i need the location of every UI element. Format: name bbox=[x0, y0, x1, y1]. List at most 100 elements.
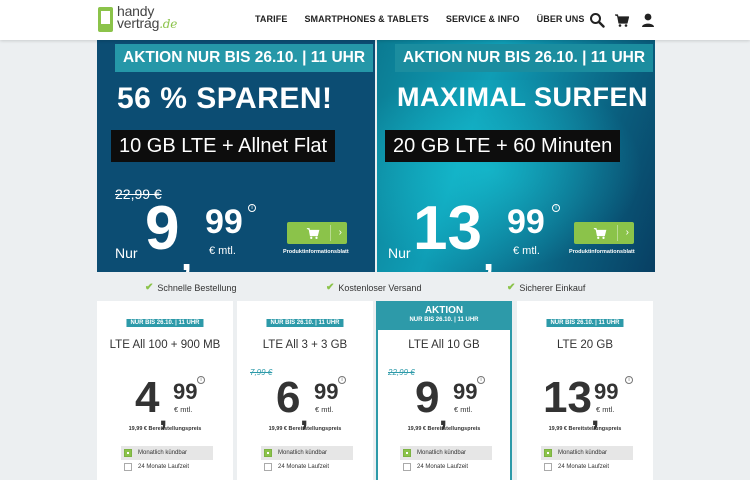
option-monthly-cancellable[interactable]: Monatlich kündbar bbox=[541, 446, 633, 460]
trust-label: Sicherer Einkauf bbox=[519, 282, 586, 293]
info-icon[interactable]: i bbox=[477, 376, 485, 384]
info-icon[interactable]: i bbox=[552, 204, 560, 212]
price-comma: , bbox=[181, 235, 193, 272]
trust-item-fast-order: ✔ Schnelle Bestellung bbox=[145, 282, 236, 293]
checkbox-checked[interactable] bbox=[544, 449, 552, 457]
phone-logo-icon bbox=[98, 7, 113, 32]
cart-icon bbox=[593, 228, 607, 239]
price-comma: , bbox=[483, 235, 495, 272]
setup-fee: 19,99 € Bereitstellungspreis bbox=[407, 426, 481, 432]
chevron-right-icon: › bbox=[625, 227, 629, 238]
product-info-link[interactable]: Produktinformationsblatt bbox=[569, 249, 635, 255]
nav-service-info[interactable]: SERVICE & INFO bbox=[446, 14, 520, 24]
checkbox-unchecked[interactable] bbox=[264, 463, 272, 471]
option-monthly-cancellable[interactable]: Monatlich kündbar bbox=[261, 446, 353, 460]
promo-banner-right[interactable]: AKTION NUR BIS 26.10. | 11 UHR MAXIMAL S… bbox=[377, 40, 655, 272]
price-integer: 4 bbox=[135, 373, 160, 422]
deadline-badge: NUR BIS 26.10. | 11 UHR bbox=[126, 319, 204, 327]
button-divider bbox=[330, 225, 331, 241]
option-24-months[interactable]: 24 Monate Laufzeit bbox=[541, 460, 633, 474]
logo-line2: vertrag.de bbox=[117, 15, 178, 31]
nav-ueber-uns[interactable]: ÜBER UNS bbox=[537, 14, 585, 24]
option-label: Monatlich kündbar bbox=[278, 450, 328, 456]
nav-tarife[interactable]: TARIFE bbox=[255, 14, 287, 24]
chevron-right-icon: › bbox=[338, 227, 342, 238]
price-integer: 6 bbox=[276, 373, 301, 422]
checkbox-unchecked[interactable] bbox=[403, 463, 411, 471]
checkbox-unchecked[interactable] bbox=[124, 463, 132, 471]
price-prefix: Nur bbox=[388, 245, 411, 261]
old-price: 22,99 € bbox=[388, 368, 415, 377]
price-integer: 13 bbox=[543, 373, 592, 422]
deadline-badge: NUR BIS 26.10. | 11 UHR bbox=[546, 319, 624, 327]
checkbox-checked[interactable] bbox=[124, 449, 132, 457]
banner-headline: 56 % SPAREN! bbox=[117, 82, 333, 115]
check-icon: ✔ bbox=[145, 282, 154, 293]
product-info-link[interactable]: Produktinformationsblatt bbox=[283, 249, 349, 255]
promo-banner-left[interactable]: AKTION NUR BIS 26.10. | 11 UHR 56 % SPAR… bbox=[97, 40, 375, 272]
trust-item-secure-checkout: ✔ Sicherer Einkauf bbox=[507, 282, 585, 293]
trust-label: Schnelle Bestellung bbox=[157, 282, 237, 293]
tariff-card-lte-all-10-featured[interactable]: AKTION NUR BIS 26.10. | 11 UHR LTE All 1… bbox=[376, 301, 512, 480]
logo[interactable]: handy vertrag.de bbox=[98, 4, 178, 35]
tariff-name: LTE All 10 GB bbox=[408, 339, 480, 351]
search-icon[interactable] bbox=[589, 12, 605, 28]
cart-icon bbox=[306, 228, 320, 239]
info-icon[interactable]: i bbox=[197, 376, 205, 384]
button-divider bbox=[617, 225, 618, 241]
price-unit: € mtl. bbox=[174, 405, 193, 414]
tariff-name: LTE All 3 + 3 GB bbox=[262, 339, 348, 351]
user-icon[interactable] bbox=[640, 12, 656, 28]
cart-icon[interactable] bbox=[614, 12, 630, 28]
checkbox-unchecked[interactable] bbox=[544, 463, 552, 471]
banner-offer: 10 GB LTE + Allnet Flat bbox=[111, 130, 336, 162]
tariff-name: LTE All 100 + 900 MB bbox=[109, 339, 221, 351]
price-unit: € mtl. bbox=[315, 405, 334, 414]
logo-suffix: .de bbox=[159, 17, 178, 31]
option-24-months[interactable]: 24 Monate Laufzeit bbox=[261, 460, 353, 474]
nav-smartphones-tablets[interactable]: SMARTPHONES & TABLETS bbox=[304, 14, 428, 24]
tariff-name: LTE 20 GB bbox=[556, 339, 614, 351]
price-unit: € mtl. bbox=[513, 245, 540, 257]
deadline-badge: NUR BIS 26.10. | 11 UHR bbox=[266, 319, 344, 327]
add-to-cart-button[interactable]: › bbox=[574, 222, 634, 244]
tariff-card-lte-20[interactable]: NUR BIS 26.10. | 11 UHR LTE 20 GB 13 , 9… bbox=[517, 301, 653, 480]
add-to-cart-button[interactable]: › bbox=[287, 222, 347, 244]
info-icon[interactable]: i bbox=[338, 376, 346, 384]
option-monthly-cancellable[interactable]: Monatlich kündbar bbox=[121, 446, 213, 460]
price-integer: 9 bbox=[145, 194, 180, 263]
info-icon[interactable]: i bbox=[248, 204, 256, 212]
logo-line2-text: vertrag bbox=[117, 15, 160, 31]
banner-offer: 20 GB LTE + 60 Minuten bbox=[385, 130, 621, 162]
tariff-card-lte-all-3[interactable]: NUR BIS 26.10. | 11 UHR LTE All 3 + 3 GB… bbox=[237, 301, 373, 480]
main-nav: TARIFE SMARTPHONES & TABLETS SERVICE & I… bbox=[255, 14, 601, 24]
price-decimal: 99 bbox=[594, 379, 619, 404]
price-decimal: 99 bbox=[507, 203, 545, 241]
info-icon[interactable]: i bbox=[625, 376, 633, 384]
price-decimal: 99 bbox=[453, 379, 478, 404]
aktion-tag: AKTION NUR BIS 26.10. | 11 UHR bbox=[115, 44, 374, 72]
check-icon: ✔ bbox=[507, 282, 516, 293]
trust-item-free-shipping: ✔ Kostenloser Versand bbox=[326, 282, 421, 293]
option-monthly-cancellable[interactable]: Monatlich kündbar bbox=[400, 446, 492, 460]
price-integer: 13 bbox=[413, 194, 482, 263]
option-label: Monatlich kündbar bbox=[138, 450, 188, 456]
checkbox-checked[interactable] bbox=[403, 449, 411, 457]
deadline-badge: NUR BIS 26.10. | 11 UHR bbox=[409, 317, 479, 323]
check-icon: ✔ bbox=[326, 282, 335, 293]
setup-fee: 19,99 € Bereitstellungspreis bbox=[128, 426, 202, 432]
price-decimal: 99 bbox=[314, 379, 339, 404]
price-unit: € mtl. bbox=[209, 245, 236, 257]
option-24-months[interactable]: 24 Monate Laufzeit bbox=[121, 460, 213, 474]
checkbox-checked[interactable] bbox=[264, 449, 272, 457]
option-label: Monatlich kündbar bbox=[558, 450, 608, 456]
option-label: Monatlich kündbar bbox=[417, 450, 467, 456]
tariff-card-lte-all-100[interactable]: NUR BIS 26.10. | 11 UHR LTE All 100 + 90… bbox=[97, 301, 233, 480]
logo-text: handy vertrag.de bbox=[117, 4, 178, 31]
aktion-tag: AKTION NUR BIS 26.10. | 11 UHR bbox=[395, 44, 654, 72]
option-label: 24 Monate Laufzeit bbox=[558, 464, 610, 470]
price-decimal: 99 bbox=[205, 203, 243, 241]
site-header: handy vertrag.de TARIFE SMARTPHONES & TA… bbox=[0, 0, 750, 40]
option-label: 24 Monate Laufzeit bbox=[278, 464, 330, 470]
option-24-months[interactable]: 24 Monate Laufzeit bbox=[400, 460, 492, 474]
